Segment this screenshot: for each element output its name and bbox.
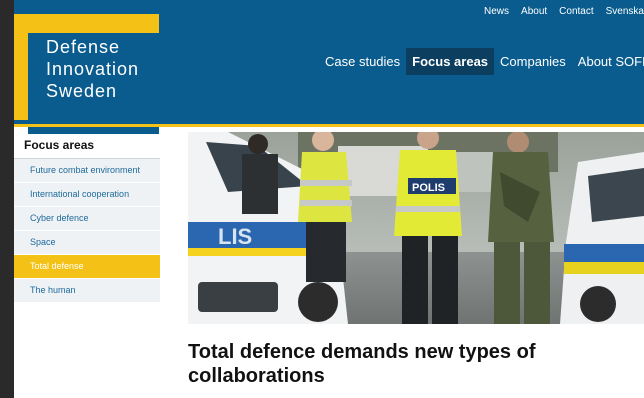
top-link-about[interactable]: About <box>521 6 547 17</box>
top-link-language[interactable]: Svenska <box>606 6 644 17</box>
site-logo[interactable]: Defense Innovation Sweden <box>46 36 139 102</box>
sidebar-item-the-human[interactable]: The human <box>14 279 160 303</box>
sidebar: Focus areas Future combat environment In… <box>14 132 160 303</box>
header-accent-bar <box>14 124 644 127</box>
hero-photo: LIS POLIS <box>188 132 644 324</box>
vest-lettering: POLIS <box>412 182 445 194</box>
sidebar-item-international[interactable]: International cooperation <box>14 183 160 207</box>
nav-about-soff[interactable]: About SOFF <box>572 48 644 75</box>
sidebar-item-total-defense[interactable]: Total defense <box>14 255 160 279</box>
sidebar-title: Focus areas <box>14 132 160 159</box>
page-frame: Defense Innovation Sweden News About Con… <box>14 0 644 398</box>
hero-image: LIS POLIS <box>188 132 644 324</box>
top-link-contact[interactable]: Contact <box>559 6 593 17</box>
nav-companies[interactable]: Companies <box>494 48 572 75</box>
top-link-news[interactable]: News <box>484 6 509 17</box>
vehicle-lettering: LIS <box>218 224 252 249</box>
sidebar-item-space[interactable]: Space <box>14 231 160 255</box>
sidebar-item-future-combat[interactable]: Future combat environment <box>14 159 160 183</box>
article-headline: Total defence demands new types of colla… <box>188 341 536 387</box>
sidebar-item-cyber[interactable]: Cyber defence <box>14 207 160 231</box>
nav-focus-areas[interactable]: Focus areas <box>406 48 495 75</box>
top-links: News About Contact Svenska <box>484 6 644 17</box>
main-nav: Case studies Focus areas Companies About… <box>319 48 644 75</box>
site-header: Defense Innovation Sweden News About Con… <box>14 0 644 134</box>
nav-case-studies[interactable]: Case studies <box>319 48 406 75</box>
